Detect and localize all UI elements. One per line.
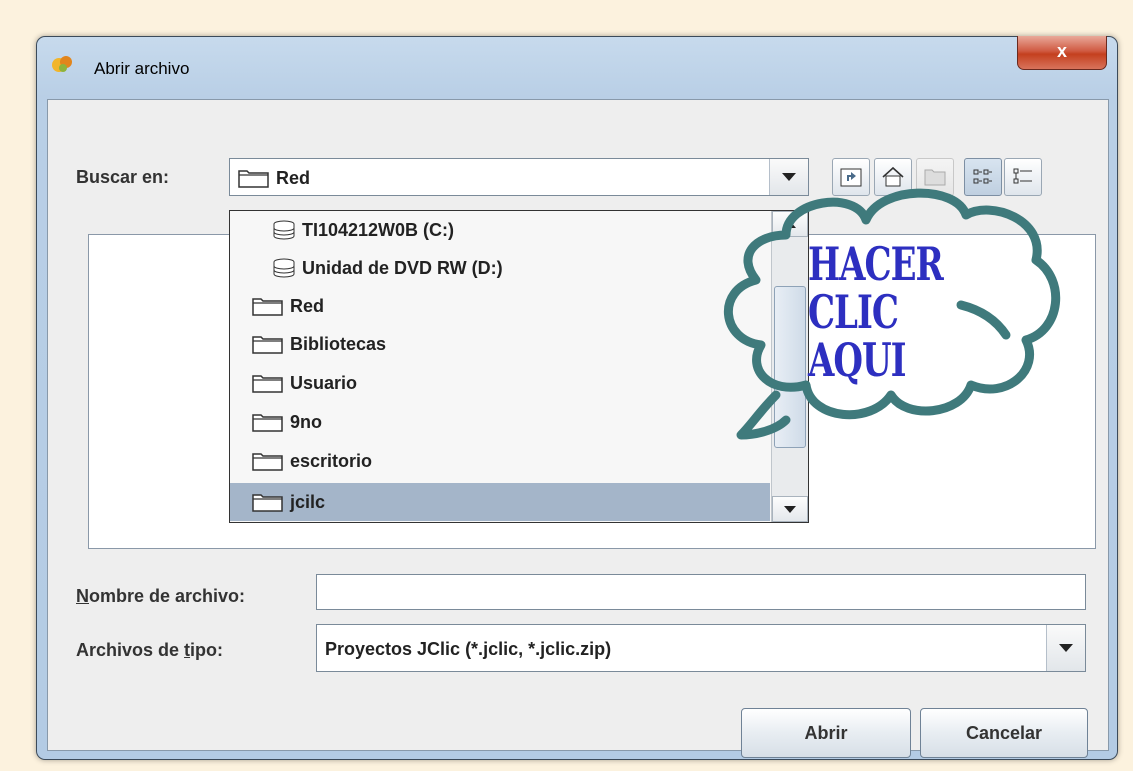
annotation-line-2: CLIC: [808, 286, 899, 340]
folder-icon: [252, 334, 284, 354]
look-in-label: Buscar en:: [76, 167, 170, 187]
list-item-usuario[interactable]: Usuario: [230, 364, 770, 402]
close-button[interactable]: x: [1017, 36, 1107, 70]
folder-icon: [252, 492, 284, 512]
java-app-icon: [52, 56, 72, 72]
file-name-label: Nombre de archivo:: [76, 586, 246, 606]
window-title: Abrir archivo: [94, 59, 190, 78]
file-type-value: Proyectos JClic (*.jclic, *.jclic.zip): [325, 639, 612, 659]
open-button[interactable]: Abrir: [741, 708, 911, 758]
list-item-red[interactable]: Red: [230, 287, 770, 325]
folder-icon: [252, 412, 284, 432]
chevron-down-icon: [1059, 644, 1073, 652]
drive-icon: [272, 258, 296, 278]
chevron-down-icon: [784, 505, 796, 513]
annotation-line-1: HACER: [808, 238, 944, 292]
list-item-drive-c[interactable]: TI104212W0B (C:): [230, 211, 770, 249]
file-type-label: Archivos de tipo:: [76, 640, 224, 660]
folder-icon: [238, 168, 270, 193]
drive-icon: [272, 220, 296, 240]
folder-icon: [252, 451, 284, 471]
folder-icon: [252, 373, 284, 393]
list-item-9no[interactable]: 9no: [230, 403, 770, 441]
cancel-button[interactable]: Cancelar: [920, 708, 1088, 758]
scroll-down-button[interactable]: [772, 496, 808, 522]
title-bar[interactable]: Abrir archivo x: [37, 36, 1117, 97]
look-in-value: Red: [276, 168, 311, 188]
list-item-dvd-drive[interactable]: Unidad de DVD RW (D:): [230, 249, 770, 287]
file-name-input[interactable]: [316, 574, 1086, 610]
annotation-line-3: AQUI: [808, 334, 907, 388]
file-type-dropdown-arrow[interactable]: [1046, 625, 1085, 671]
folder-icon: [252, 296, 284, 316]
list-item-escritorio[interactable]: escritorio: [230, 442, 770, 480]
list-item-jcilc[interactable]: jcilc: [230, 483, 770, 521]
file-type-combo[interactable]: Proyectos JClic (*.jclic, *.jclic.zip): [316, 624, 1086, 672]
list-item-bibliotecas[interactable]: Bibliotecas: [230, 325, 770, 363]
